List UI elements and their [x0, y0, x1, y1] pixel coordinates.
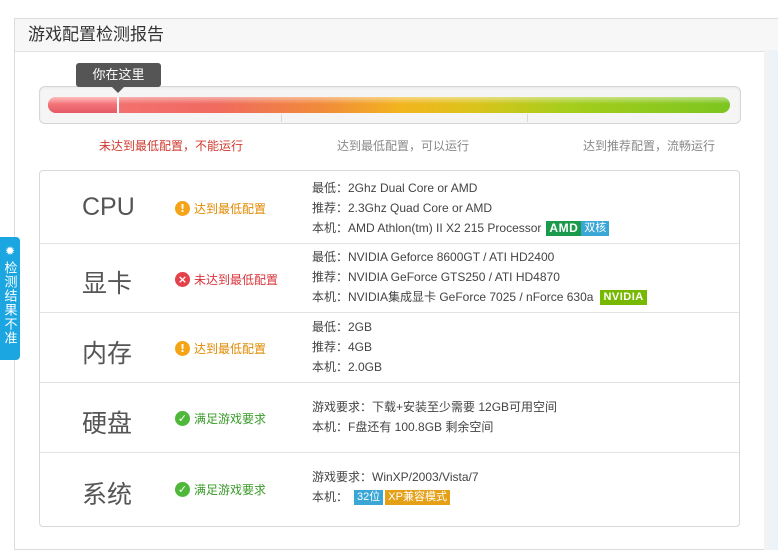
- bug-icon: ✹: [4, 244, 16, 258]
- status-text: 未达到最低配置: [194, 273, 279, 287]
- detail-line: 本机： 32位 XP兼容模式: [312, 487, 479, 507]
- status-badge: ! 达到最低配置: [175, 200, 266, 217]
- check-icon: ✓: [175, 411, 190, 426]
- level-label-fail: 未达到最低配置，不能运行: [99, 139, 244, 153]
- row-details: 游戏要求：WinXP/2003/Vista/7 本机： 32位 XP兼容模式: [312, 467, 479, 507]
- row-details: 最低：NVIDIA Geforce 8600GT / ATI HD2400 推荐…: [312, 247, 647, 307]
- nvidia-logo-icon: NVIDIA: [600, 289, 647, 305]
- table-row-disk: 硬盘 ✓ 满足游戏要求 游戏要求：下载+安装至少需要 12GB可用空间 本机：F…: [40, 382, 739, 453]
- warning-icon: !: [175, 201, 190, 216]
- xp-compat-badge: XP兼容模式: [385, 489, 450, 505]
- detail-line: 推荐：NVIDIA GeForce GTS250 / ATI HD4870: [312, 270, 560, 284]
- detail-line: 最低：2GB: [312, 320, 373, 334]
- detail-line: 推荐：2.3Ghz Quad Core or AMD: [312, 201, 493, 215]
- hardware-table: CPU ! 达到最低配置 最低：2Ghz Dual Core or AMD 推荐…: [39, 170, 740, 527]
- tooltip-arrow: [112, 87, 124, 93]
- feedback-side-tab[interactable]: ✹ 检测结果不准: [0, 237, 20, 360]
- detail-line: 本机：AMD Athlon(tm) II X2 215 Processor AM…: [312, 218, 610, 238]
- status-badge: ✓ 满足游戏要求: [175, 481, 266, 498]
- detail-text: 本机：NVIDIA集成显卡 GeForce 7025 / nForce 630a: [312, 290, 594, 304]
- amd-logo-icon: AMD: [546, 220, 582, 236]
- detail-line: 游戏要求：下载+安装至少需要 12GB可用空间: [312, 400, 558, 414]
- row-label: 系统: [82, 481, 133, 509]
- you-are-here-tooltip: 你在这里: [76, 63, 161, 87]
- detail-line: 推荐：4GB: [312, 340, 373, 354]
- status-text: 满足游戏要求: [194, 412, 267, 426]
- feedback-label: 检测结果不准: [2, 261, 18, 345]
- status-text: 达到最低配置: [194, 342, 267, 356]
- page-title: 游戏配置检测报告: [15, 19, 778, 52]
- level-divider: [527, 114, 528, 122]
- config-level-bar: [39, 86, 741, 124]
- table-row-gpu: 显卡 × 未达到最低配置 最低：NVIDIA Geforce 8600GT / …: [40, 243, 739, 313]
- row-label: CPU: [82, 193, 135, 221]
- row-details: 最低：2Ghz Dual Core or AMD 推荐：2.3Ghz Quad …: [312, 178, 610, 238]
- detail-line: 游戏要求：WinXP/2003/Vista/7: [312, 470, 479, 484]
- check-icon: ✓: [175, 482, 190, 497]
- row-label: 硬盘: [82, 410, 133, 438]
- table-row-cpu: CPU ! 达到最低配置 最低：2Ghz Dual Core or AMD 推荐…: [40, 171, 739, 243]
- warning-icon: !: [175, 341, 190, 356]
- status-badge: × 未达到最低配置: [175, 271, 278, 288]
- row-label: 显卡: [82, 270, 133, 298]
- status-text: 达到最低配置: [194, 202, 267, 216]
- detail-line: 最低：NVIDIA Geforce 8600GT / ATI HD2400: [312, 250, 555, 264]
- error-icon: ×: [175, 272, 190, 287]
- detail-text: 本机：: [312, 490, 349, 504]
- row-details: 游戏要求：下载+安装至少需要 12GB可用空间 本机：F盘还有 100.8GB …: [312, 397, 557, 437]
- row-label: 内存: [82, 340, 133, 368]
- os-32bit-badge: 32位: [354, 489, 384, 505]
- detail-line: 最低：2Ghz Dual Core or AMD: [312, 181, 478, 195]
- status-text: 满足游戏要求: [194, 483, 267, 497]
- detail-line: 本机：F盘还有 100.8GB 剩余空间: [312, 420, 494, 434]
- level-label-min: 达到最低配置，可以运行: [337, 139, 470, 153]
- progress-gloss: [48, 97, 730, 104]
- row-details: 最低：2GB 推荐：4GB 本机：2.0GB: [312, 317, 382, 377]
- detail-line: 本机：NVIDIA集成显卡 GeForce 7025 / nForce 630a…: [312, 287, 647, 307]
- progress-track: [48, 97, 730, 113]
- dual-core-badge: 双核: [581, 220, 610, 236]
- right-scroll-strip: [764, 50, 778, 550]
- table-row-memory: 内存 ! 达到最低配置 最低：2GB 推荐：4GB 本机：2.0GB: [40, 312, 739, 383]
- detail-text: 本机：AMD Athlon(tm) II X2 215 Processor: [312, 221, 542, 235]
- level-label-recommended: 达到推荐配置，流畅运行: [583, 139, 716, 153]
- status-badge: ✓ 满足游戏要求: [175, 410, 266, 427]
- level-divider: [281, 114, 282, 122]
- detail-line: 本机：2.0GB: [312, 360, 383, 374]
- status-badge: ! 达到最低配置: [175, 340, 266, 357]
- table-row-system: 系统 ✓ 满足游戏要求 游戏要求：WinXP/2003/Vista/7 本机： …: [40, 452, 739, 526]
